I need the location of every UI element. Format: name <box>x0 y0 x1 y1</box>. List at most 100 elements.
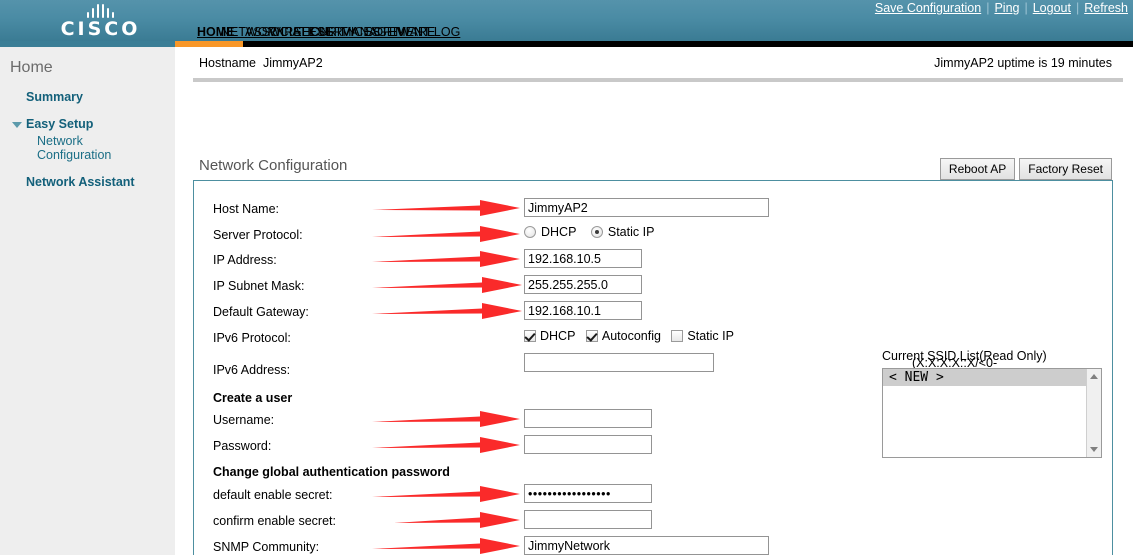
confirm-enable-secret-label: confirm enable secret: <box>213 514 336 528</box>
default-gateway-input[interactable] <box>524 301 642 320</box>
ssid-list-scrollbar[interactable] <box>1086 369 1101 457</box>
annotation-arrow <box>372 199 520 217</box>
confirm-enable-secret-field-wrap <box>524 510 652 529</box>
checkbox-icon-checked <box>524 330 536 342</box>
page-body: Home Summary Easy Setup Network Configur… <box>0 47 1133 555</box>
annotation-arrow <box>372 225 520 243</box>
ping-link[interactable]: Ping <box>989 1 1024 15</box>
hostname-display: Hostname JimmyAP2 <box>199 56 323 70</box>
field-row-subnet-mask: IP Subnet Mask: <box>194 275 1112 300</box>
current-ssid-listbox[interactable]: < NEW > <box>882 368 1102 458</box>
ip-address-field-wrap <box>524 249 642 268</box>
host-name-field-wrap <box>524 198 769 217</box>
default-enable-secret-field-wrap <box>524 484 652 503</box>
sidebar: Home Summary Easy Setup Network Configur… <box>0 47 175 555</box>
annotation-arrow <box>372 410 520 428</box>
password-input[interactable] <box>524 435 652 454</box>
sidebar-item-label: Summary <box>26 90 83 104</box>
host-name-input[interactable] <box>524 198 769 217</box>
uptime-text: JimmyAP2 uptime is 19 minutes <box>934 56 1112 70</box>
ipv6-protocol-label: IPv6 Protocol: <box>213 331 291 345</box>
field-row-confirm-enable-secret: confirm enable secret: <box>194 510 1112 535</box>
sidebar-heading: Home <box>10 59 53 76</box>
save-configuration-link[interactable]: Save Configuration <box>870 1 986 15</box>
top-utility-links: Save Configuration | Ping | Logout | Refresh <box>870 1 1133 15</box>
network-configuration-panel: Host Name: Server Protocol: DHCP <box>193 180 1113 555</box>
annotation-arrow <box>372 436 520 454</box>
server-protocol-dhcp-option[interactable]: DHCP <box>524 225 576 239</box>
default-gateway-field-wrap <box>524 301 642 320</box>
field-row-default-enable-secret: default enable secret: <box>194 484 1112 509</box>
horizontal-rule <box>193 78 1123 82</box>
refresh-link[interactable]: Refresh <box>1079 1 1133 15</box>
checkbox-icon <box>671 330 684 342</box>
annotation-arrow <box>372 485 520 503</box>
snmp-community-input[interactable] <box>524 536 769 555</box>
ipv6-dhcp-checkbox[interactable]: DHCP <box>524 329 575 343</box>
snmp-community-label: SNMP Community: <box>213 540 320 554</box>
radio-icon <box>524 226 536 238</box>
username-field-wrap <box>524 409 652 428</box>
reboot-ap-button[interactable]: Reboot AP <box>939 158 1016 180</box>
server-protocol-label: Server Protocol: <box>213 228 303 242</box>
panel-action-buttons: Reboot AP Factory Reset <box>939 158 1112 180</box>
checkbox-icon-checked <box>585 330 598 342</box>
subnet-mask-input[interactable] <box>524 275 642 294</box>
logout-link[interactable]: Logout <box>1028 1 1076 15</box>
sidebar-item-label: Easy Setup <box>26 117 94 131</box>
ipv6-static-checkbox[interactable]: Static IP <box>671 329 734 343</box>
ipv6-address-field-wrap <box>524 353 714 372</box>
subnet-mask-field-wrap <box>524 275 642 294</box>
ipv6-protocol-options: DHCP Autoconfig Static IP <box>524 329 744 347</box>
annotation-arrow <box>372 250 520 268</box>
default-gateway-label: Default Gateway: <box>213 305 309 319</box>
field-row-snmp-community: SNMP Community: <box>194 536 1112 555</box>
snmp-community-field-wrap <box>524 536 769 555</box>
default-enable-secret-label: default enable secret: <box>213 488 333 502</box>
host-name-label: Host Name: <box>213 202 279 216</box>
sidebar-item-easy-setup[interactable]: Easy Setup <box>0 117 175 131</box>
sidebar-item-label: Network Assistant <box>26 175 135 189</box>
radio-icon-selected <box>590 226 603 238</box>
current-ssid-list-block: Current SSID List(Read Only) < NEW > <box>882 349 1102 458</box>
annotation-arrow <box>372 302 522 320</box>
factory-reset-button[interactable]: Factory Reset <box>1019 158 1112 180</box>
sidebar-item-network-assistant[interactable]: Network Assistant <box>0 175 175 189</box>
default-enable-secret-input[interactable] <box>524 484 652 503</box>
server-protocol-options: DHCP Static IP <box>524 225 664 243</box>
ipv6-address-input[interactable] <box>524 353 714 372</box>
change-global-auth-heading: Change global authentication password <box>213 465 450 479</box>
ssid-list-item[interactable]: < NEW > <box>883 369 1086 386</box>
chevron-down-icon <box>12 122 22 128</box>
annotation-arrow <box>372 276 522 294</box>
server-protocol-static-option[interactable]: Static IP <box>590 225 655 239</box>
change-global-heading-row: Change global authentication password <box>194 461 1112 486</box>
content-area: Hostname JimmyAP2 JimmyAP2 uptime is 19 … <box>175 47 1133 555</box>
option-label: Static IP <box>687 329 734 343</box>
sidebar-item-summary[interactable]: Summary <box>0 90 175 104</box>
sidebar-item-network-configuration[interactable]: Network Configuration <box>0 134 111 162</box>
field-row-ip-address: IP Address: <box>194 249 1112 274</box>
hostname-value: JimmyAP2 <box>262 56 323 70</box>
option-label: Static IP <box>607 225 655 239</box>
password-field-wrap <box>524 435 652 454</box>
option-label: Autoconfig <box>601 329 661 343</box>
username-input[interactable] <box>524 409 652 428</box>
confirm-enable-secret-input[interactable] <box>524 510 652 529</box>
ip-address-label: IP Address: <box>213 253 277 267</box>
page-header: CISCO Save Configuration | Ping | Logout | Ref… <box>0 0 1133 47</box>
field-row-host-name: Host Name: <box>194 198 1112 223</box>
scroll-up-arrow-icon[interactable] <box>1090 374 1098 379</box>
option-label: DHCP <box>540 329 576 343</box>
ip-address-input[interactable] <box>524 249 642 268</box>
hostname-label: Hostname <box>199 56 256 70</box>
create-user-heading: Create a user <box>213 391 293 405</box>
password-label: Password: <box>213 439 272 453</box>
annotation-arrow <box>372 537 520 555</box>
field-row-default-gateway: Default Gateway: <box>194 301 1112 326</box>
ipv6-autoconfig-checkbox[interactable]: Autoconfig <box>585 329 661 343</box>
scroll-down-arrow-icon[interactable] <box>1090 447 1098 452</box>
ipv6-address-label: IPv6 Address: <box>213 363 291 377</box>
username-label: Username: <box>213 413 275 427</box>
page-title: Network Configuration <box>199 157 348 174</box>
